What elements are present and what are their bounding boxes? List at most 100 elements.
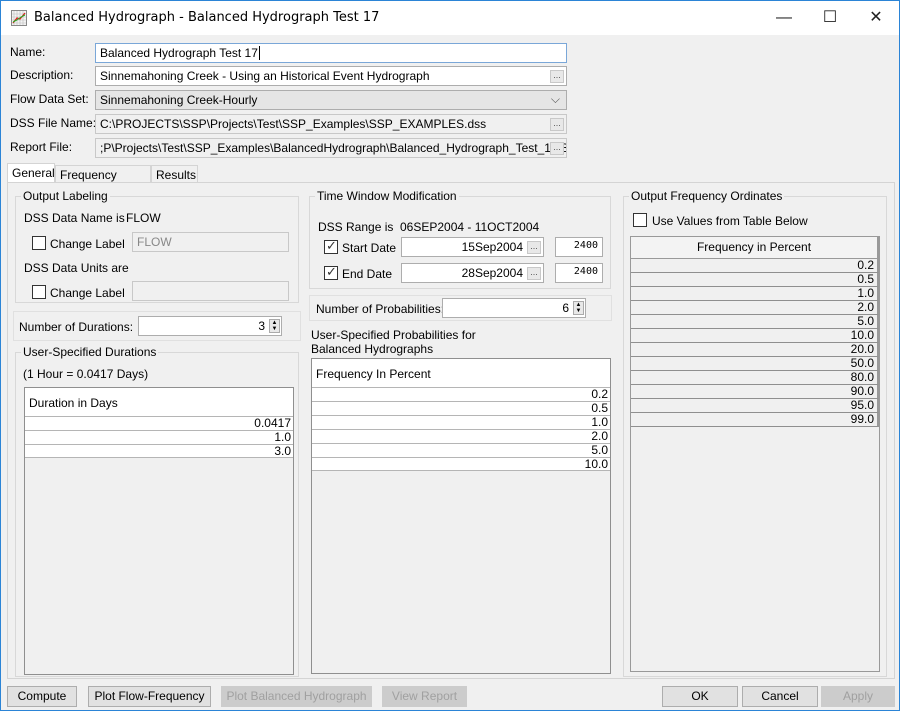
data-name-label-input[interactable]: FLOW bbox=[132, 232, 289, 252]
description-label: Description: bbox=[10, 68, 74, 82]
output-frequency-table[interactable]: Frequency in Percent 0.2 0.5 1.0 2.0 5.0… bbox=[630, 236, 880, 672]
durations-column-header: Duration in Days bbox=[25, 388, 293, 416]
title-bar: Balanced Hydrograph - Balanced Hydrograp… bbox=[1, 1, 899, 35]
compute-button[interactable]: Compute bbox=[7, 686, 77, 707]
probabilities-column-header: Frequency In Percent bbox=[312, 359, 610, 387]
tab-general[interactable]: General bbox=[7, 163, 55, 184]
start-time-input[interactable]: 2400 bbox=[555, 237, 603, 257]
name-input[interactable]: Balanced Hydrograph Test 17 bbox=[95, 43, 567, 63]
table-row[interactable]: 10.0 bbox=[631, 329, 879, 343]
name-input-value: Balanced Hydrograph Test 17 bbox=[100, 46, 258, 60]
durations-count-group: Number of Durations: 3 ▲ ▼ bbox=[13, 311, 301, 341]
dss-data-name-label: DSS Data Name is bbox=[24, 211, 125, 225]
spinner-arrows-icon[interactable]: ▲ ▼ bbox=[573, 301, 584, 315]
window-title: Balanced Hydrograph - Balanced Hydrograp… bbox=[34, 10, 380, 25]
table-row[interactable]: 50.0 bbox=[631, 357, 879, 371]
table-row[interactable]: 0.5 bbox=[631, 273, 879, 287]
table-row[interactable]: 1.0 bbox=[312, 415, 610, 429]
durations-table[interactable]: Duration in Days 0.0417 1.0 3.0 bbox=[24, 387, 294, 675]
dss-range-value: 06SEP2004 - 11OCT2004 bbox=[400, 220, 540, 234]
table-row[interactable]: 99.0 bbox=[631, 413, 879, 427]
table-row[interactable]: 20.0 bbox=[631, 343, 879, 357]
chevron-down-icon: ⌵ bbox=[550, 92, 560, 106]
dss-file-name-label: DSS File Name: bbox=[10, 116, 97, 130]
number-of-durations-spinner[interactable]: 3 ▲ ▼ bbox=[138, 316, 282, 336]
apply-button[interactable]: Apply bbox=[821, 686, 895, 707]
spinner-arrows-icon[interactable]: ▲ ▼ bbox=[269, 319, 280, 333]
ok-button[interactable]: OK bbox=[662, 686, 738, 707]
start-date-input[interactable]: 15Sep2004... bbox=[401, 237, 544, 257]
output-frequency-ordinates-group: Output Frequency Ordinates Use Values fr… bbox=[623, 189, 887, 677]
dialog-window: Balanced Hydrograph - Balanced Hydrograp… bbox=[0, 0, 900, 711]
dss-file-name-input[interactable]: C:\PROJECTS\SSP\Projects\Test\SSP_Exampl… bbox=[95, 114, 567, 134]
change-label-2-label: Change Label bbox=[50, 286, 125, 300]
plot-balanced-hydrograph-button[interactable]: Plot Balanced Hydrograph bbox=[221, 686, 372, 707]
table-row[interactable]: 80.0 bbox=[631, 371, 879, 385]
dss-range-label: DSS Range is bbox=[318, 220, 394, 234]
time-window-title: Time Window Modification bbox=[315, 189, 459, 203]
end-date-input[interactable]: 28Sep2004... bbox=[401, 263, 544, 283]
table-row[interactable]: 2.0 bbox=[631, 301, 879, 315]
number-of-probabilities-value: 6 bbox=[562, 301, 569, 315]
dss-data-units-label: DSS Data Units are bbox=[24, 261, 129, 275]
flow-data-set-value: Sinnemahoning Creek-Hourly bbox=[100, 93, 258, 107]
change-label-1-label: Change Label bbox=[50, 237, 125, 251]
table-row[interactable]: 3.0 bbox=[25, 444, 293, 458]
data-units-label-input[interactable] bbox=[132, 281, 289, 301]
probabilities-title-line1: User-Specified Probabilities for bbox=[311, 328, 476, 342]
tab-results[interactable]: Results bbox=[151, 165, 198, 183]
table-row[interactable]: 0.0417 bbox=[25, 416, 293, 430]
report-file-input[interactable]: ;P\Projects\Test\SSP_Examples\BalancedHy… bbox=[95, 138, 567, 158]
report-file-value: ;P\Projects\Test\SSP_Examples\BalancedHy… bbox=[100, 141, 567, 155]
probabilities-count-group: Number of Probabilities: 6 ▲ ▼ bbox=[309, 295, 612, 321]
duration-note: (1 Hour = 0.0417 Days) bbox=[23, 367, 149, 381]
end-date-value: 28Sep2004 bbox=[461, 266, 523, 280]
maximize-button[interactable]: ☐ bbox=[807, 1, 853, 35]
number-of-probabilities-spinner[interactable]: 6 ▲ ▼ bbox=[442, 298, 586, 318]
table-row[interactable]: 1.0 bbox=[631, 287, 879, 301]
view-report-button[interactable]: View Report bbox=[382, 686, 467, 707]
description-input-value: Sinnemahoning Creek - Using an Historica… bbox=[100, 69, 430, 83]
dss-file-browse-button[interactable]: ... bbox=[550, 118, 564, 131]
close-button[interactable]: ✕ bbox=[853, 1, 899, 35]
number-of-durations-value: 3 bbox=[258, 319, 265, 333]
tab-frequency-curves[interactable]: Frequency Curves bbox=[55, 165, 151, 196]
start-date-checkbox[interactable] bbox=[324, 238, 338, 254]
probabilities-table[interactable]: Frequency In Percent 0.2 0.5 1.0 2.0 5.0… bbox=[311, 358, 611, 674]
cancel-button[interactable]: Cancel bbox=[742, 686, 818, 707]
end-date-picker-button[interactable]: ... bbox=[527, 267, 541, 280]
report-file-label: Report File: bbox=[10, 140, 73, 154]
table-row[interactable]: 1.0 bbox=[25, 430, 293, 444]
use-values-label: Use Values from Table Below bbox=[652, 214, 808, 228]
dss-file-name-value: C:\PROJECTS\SSP\Projects\Test\SSP_Exampl… bbox=[100, 117, 487, 131]
use-values-checkbox[interactable] bbox=[633, 213, 647, 227]
description-input[interactable]: Sinnemahoning Creek - Using an Historica… bbox=[95, 66, 567, 86]
end-date-label: End Date bbox=[342, 267, 393, 281]
table-row[interactable]: 90.0 bbox=[631, 385, 879, 399]
plot-flow-frequency-button[interactable]: Plot Flow-Frequency bbox=[88, 686, 211, 707]
user-specified-durations-group: User-Specified Durations (1 Hour = 0.041… bbox=[15, 345, 299, 677]
flow-data-set-select[interactable]: Sinnemahoning Creek-Hourly ⌵ bbox=[95, 90, 567, 110]
output-frequency-ordinates-title: Output Frequency Ordinates bbox=[629, 189, 785, 203]
report-file-browse-button[interactable]: ... bbox=[550, 142, 564, 155]
output-frequency-column-header: Frequency in Percent bbox=[631, 237, 879, 259]
table-row[interactable]: 95.0 bbox=[631, 399, 879, 413]
end-time-input[interactable]: 2400 bbox=[555, 263, 603, 283]
table-row[interactable]: 5.0 bbox=[631, 315, 879, 329]
table-row[interactable]: 0.5 bbox=[312, 401, 610, 415]
flow-data-set-label: Flow Data Set: bbox=[10, 92, 89, 106]
table-row[interactable]: 2.0 bbox=[312, 429, 610, 443]
minimize-button[interactable]: — bbox=[761, 1, 807, 35]
output-labeling-group: Output Labeling DSS Data Name is FLOW Ch… bbox=[15, 189, 299, 303]
table-row[interactable]: 0.2 bbox=[631, 259, 879, 273]
change-label-2-checkbox[interactable] bbox=[32, 285, 46, 299]
table-row[interactable]: 0.2 bbox=[312, 387, 610, 401]
change-label-1-checkbox[interactable] bbox=[32, 236, 46, 250]
description-browse-button[interactable]: ... bbox=[550, 70, 564, 83]
end-date-checkbox[interactable] bbox=[324, 264, 338, 280]
table-row[interactable]: 10.0 bbox=[312, 457, 610, 471]
start-date-picker-button[interactable]: ... bbox=[527, 241, 541, 254]
name-label: Name: bbox=[10, 45, 46, 59]
table-row[interactable]: 5.0 bbox=[312, 443, 610, 457]
probabilities-title-line2: Balanced Hydrographs bbox=[311, 342, 434, 356]
